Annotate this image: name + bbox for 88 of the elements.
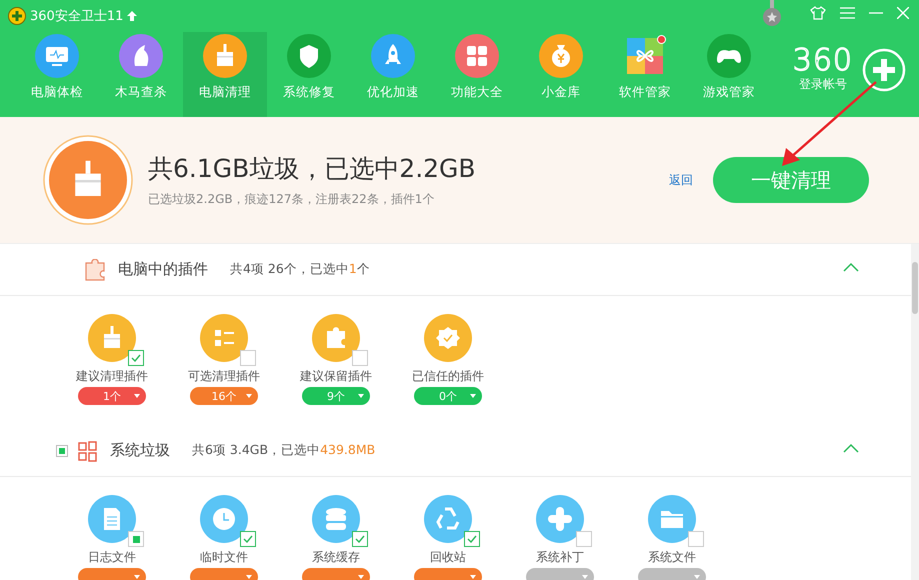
category-label: 已信任的插件	[412, 368, 484, 384]
caret-icon	[358, 575, 364, 579]
brand-logo: 360	[792, 46, 853, 76]
category-label: 临时文件	[200, 549, 248, 565]
scrollbar-thumb[interactable]	[912, 262, 918, 314]
database-icon	[312, 495, 360, 543]
category-label: 日志文件	[88, 549, 136, 565]
plus-icon	[536, 495, 584, 543]
collapse-icon[interactable]	[843, 262, 859, 272]
check-icon	[355, 535, 365, 543]
checkbox[interactable]	[56, 444, 68, 456]
caret-icon	[246, 394, 252, 398]
count-dropdown[interactable]: 9个	[302, 387, 370, 405]
rocket-icon	[371, 34, 415, 78]
checkbox[interactable]	[240, 350, 256, 366]
check-icon	[243, 535, 253, 543]
broom-icon	[203, 34, 247, 78]
nav-tab[interactable]: 优化加速	[351, 32, 435, 117]
list-icon	[200, 314, 248, 362]
caret-icon	[470, 575, 476, 579]
nav-tab[interactable]: 软件管家	[603, 32, 687, 117]
nav-tab[interactable]: 游戏管家	[687, 32, 771, 117]
shield-icon	[287, 34, 331, 78]
category-label: 可选清理插件	[188, 368, 260, 384]
caret-icon	[582, 575, 588, 579]
checkbox[interactable]	[240, 531, 256, 547]
category-label: 建议保留插件	[300, 368, 372, 384]
badge-icon	[424, 314, 472, 362]
checkbox[interactable]	[352, 531, 368, 547]
document-icon	[88, 495, 136, 543]
collapse-icon[interactable]	[843, 443, 859, 453]
upgrade-icon[interactable]	[127, 11, 138, 21]
check-icon	[467, 535, 477, 543]
nav-tab[interactable]: 电脑体检	[15, 32, 99, 117]
puzzle-icon	[312, 314, 360, 362]
checkbox[interactable]	[128, 531, 144, 547]
menu-icon[interactable]	[840, 7, 855, 19]
medal-icon[interactable]	[761, 0, 783, 28]
checkbox[interactable]	[688, 531, 704, 547]
gamepad-icon	[707, 34, 751, 78]
broom-icon	[42, 134, 134, 226]
login-link[interactable]: 登录帐号	[798, 76, 847, 93]
nav-tab[interactable]: 小金库	[519, 32, 603, 117]
back-link[interactable]: 返回	[669, 172, 693, 188]
clean-button[interactable]: 一键清理	[713, 157, 869, 203]
clock-icon	[200, 495, 248, 543]
add-icon[interactable]	[861, 46, 907, 92]
count-dropdown[interactable]: 16个	[190, 387, 258, 405]
section-summary: 共6项 3.4GB，已选中439.8MB	[192, 442, 376, 459]
checkbox[interactable]	[576, 531, 592, 547]
checkbox[interactable]	[128, 350, 144, 366]
check-icon	[131, 354, 141, 362]
category-label: 系统补丁	[536, 549, 584, 565]
window-title: 360安全卫士11	[30, 8, 124, 25]
grid-icon	[455, 34, 499, 78]
category-label: 系统文件	[648, 549, 696, 565]
junk-total: 共6.1GB垃圾，已选中2.2GB	[148, 153, 477, 185]
section-title: 电脑中的插件	[118, 260, 208, 279]
checkbox[interactable]	[464, 531, 480, 547]
folder-icon	[648, 495, 696, 543]
puzzle-icon	[84, 258, 106, 280]
nav-tab[interactable]: 木马查杀	[99, 32, 183, 117]
nav-tab[interactable]: 功能大全	[435, 32, 519, 117]
caret-icon	[358, 394, 364, 398]
checkbox[interactable]	[352, 350, 368, 366]
broom-icon	[88, 314, 136, 362]
caret-icon	[134, 394, 140, 398]
caret-icon	[246, 575, 252, 579]
close-icon[interactable]	[897, 7, 909, 19]
caret-icon	[470, 394, 476, 398]
category-label: 建议清理插件	[76, 368, 148, 384]
junk-detail: 已选垃圾2.2GB，痕迹127条，注册表22条，插件1个	[148, 191, 436, 208]
count-dropdown[interactable]: 0个	[414, 387, 482, 405]
money-icon	[539, 34, 583, 78]
category-label: 系统缓存	[312, 549, 360, 565]
category-label: 回收站	[430, 549, 466, 565]
section-summary: 共4项 26个，已选中 1个	[230, 261, 370, 278]
squares-icon	[76, 440, 98, 462]
nav-tab[interactable]: 系统修复	[267, 32, 351, 117]
count-dropdown[interactable]: 1个	[78, 387, 146, 405]
caret-icon	[694, 575, 700, 579]
nav-tab[interactable]: 电脑清理	[183, 32, 267, 117]
logo-icon	[8, 7, 26, 25]
recycle-icon	[424, 495, 472, 543]
section-title: 系统垃圾	[110, 441, 170, 460]
caret-icon	[134, 575, 140, 579]
monitor-icon	[35, 34, 79, 78]
shirt-icon[interactable]	[810, 6, 826, 20]
